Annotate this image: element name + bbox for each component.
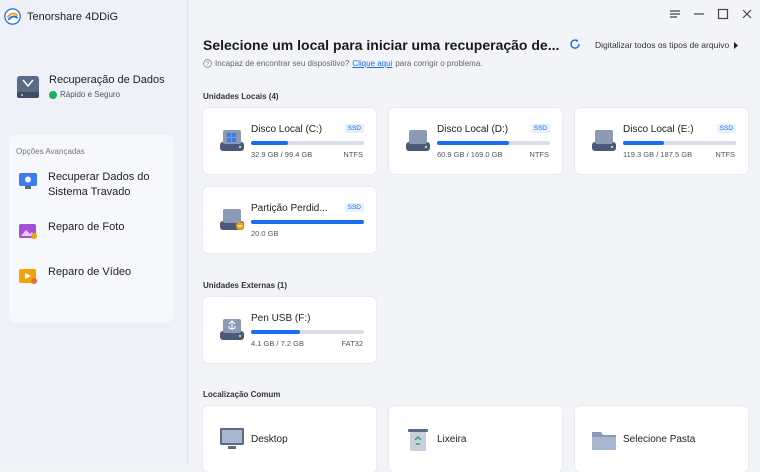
nav-data-recovery-label: Recuperação de Dados: [49, 74, 165, 86]
drive-card-usb[interactable]: Pen USB (F:) 4.1 GB / 7.2 GB FAT32: [203, 297, 376, 363]
ssd-badge: SSD: [530, 124, 550, 133]
drive-filesystem: NTFS: [343, 150, 363, 159]
location-select-folder[interactable]: Selecione Pasta: [575, 406, 748, 472]
drive-filesystem: FAT32: [341, 339, 363, 348]
drive-size: 119.3 GB / 187.5 GB: [623, 150, 693, 159]
drive-filesystem: NTFS: [529, 150, 549, 159]
app-title: Tenorshare 4DDiG: [27, 10, 119, 23]
computer-recovery-icon: [19, 173, 37, 189]
advanced-options-title: Opções Avançadas: [16, 147, 85, 156]
location-recycle-bin[interactable]: Lixeira: [389, 406, 562, 472]
usage-bar: [251, 330, 364, 334]
drive-size: 20.0 GB: [251, 229, 279, 238]
nav-crashed-system-recovery-label: Recuperar Dados do Sistema Travado: [48, 171, 150, 198]
main-content: Selecione um local para iniciar uma recu…: [188, 0, 760, 472]
usb-drive-icon: [220, 319, 244, 340]
close-icon[interactable]: [740, 7, 754, 21]
section-common-locations: Localização Comum: [203, 390, 281, 399]
drive-size: 60.9 GB / 169.0 GB: [437, 150, 503, 159]
usage-bar-fill: [437, 141, 510, 145]
video-repair-icon: [19, 269, 37, 284]
hint-link[interactable]: Clique aqui: [352, 59, 392, 68]
ssd-badge: SSD: [716, 124, 736, 133]
device-hint: ? Incapaz de encontrar seu dispositivo? …: [203, 59, 483, 68]
drive-name: Partição Perdid...: [251, 203, 328, 214]
app-logo-icon: [4, 8, 21, 25]
drive-name: Disco Local (D:): [437, 124, 509, 135]
usage-bar-fill: [251, 330, 300, 334]
drive-filesystem: NTFS: [715, 150, 735, 159]
photo-repair-icon: [19, 224, 37, 239]
data-recovery-icon: [17, 76, 39, 98]
usage-bar: [251, 141, 364, 145]
location-name: Lixeira: [437, 434, 467, 445]
location-name: Desktop: [251, 434, 288, 445]
nav-video-repair[interactable]: Reparo de Vídeo: [17, 265, 131, 287]
usage-bar-fill: [251, 220, 364, 224]
drive-name: Disco Local (E:): [623, 124, 694, 135]
hint-suffix: para corrigir o problema.: [395, 59, 483, 68]
sidebar: Tenorshare 4DDiG Recuperação de Dados Rá…: [0, 0, 188, 464]
usage-bar: [623, 141, 736, 145]
location-desktop[interactable]: Desktop: [203, 406, 376, 472]
drive-card-d[interactable]: Disco Local (D:) SSD 60.9 GB / 169.0 GB …: [389, 108, 562, 174]
drive-card-c[interactable]: Disco Local (C:) SSD 32.9 GB / 99.4 GB N…: [203, 108, 376, 174]
drive-size: 4.1 GB / 7.2 GB: [251, 339, 304, 348]
section-local-drives: Unidades Locais (4): [203, 92, 279, 101]
drive-icon: [592, 130, 616, 151]
menu-icon[interactable]: [668, 7, 682, 21]
scan-all-label: Digitalizar todos os tipos de arquivo: [595, 40, 730, 50]
usage-bar-fill: [623, 141, 664, 145]
scan-all-file-types-button[interactable]: Digitalizar todos os tipos de arquivo: [595, 40, 739, 50]
maximize-icon[interactable]: [716, 7, 730, 21]
windows-drive-icon: [220, 130, 244, 151]
recycle-bin-icon: [408, 429, 428, 451]
nav-data-recovery[interactable]: Recuperação de Dados Rápido e Seguro: [9, 66, 179, 108]
usage-bar-fill: [251, 141, 289, 145]
usage-bar: [437, 141, 550, 145]
nav-video-repair-label: Reparo de Vídeo: [48, 266, 132, 278]
section-external-drives: Unidades Externas (1): [203, 281, 288, 290]
help-icon: ?: [203, 59, 212, 68]
drive-icon: [406, 130, 430, 151]
caret-right-icon: [734, 41, 739, 49]
nav-photo-repair[interactable]: Reparo de Foto: [17, 220, 124, 242]
usage-bar: [251, 220, 364, 224]
location-name: Selecione Pasta: [623, 434, 696, 445]
window-controls: [668, 7, 754, 21]
app-title-bar: Tenorshare 4DDiG: [4, 8, 118, 25]
drive-name: Pen USB (F:): [251, 313, 311, 324]
folder-icon: [592, 432, 616, 450]
drive-size: 32.9 GB / 99.4 GB: [251, 150, 313, 159]
advanced-options-panel: Opções Avançadas Recuperar Dados do Sist…: [9, 135, 173, 322]
ssd-badge: SSD: [344, 124, 364, 133]
ssd-badge: SSD: [344, 203, 364, 212]
drive-name: Disco Local (C:): [251, 124, 323, 135]
shield-check-icon: [49, 90, 57, 99]
page-title: Selecione um local para iniciar uma recu…: [203, 37, 560, 53]
nav-crashed-system-recovery[interactable]: Recuperar Dados do Sistema Travado: [17, 170, 167, 200]
drive-card-lost-partition[interactable]: Partição Perdid... SSD 20.0 GB: [203, 187, 376, 253]
lost-partition-icon: [220, 209, 244, 230]
minimize-icon[interactable]: [692, 7, 706, 21]
hint-prefix: Incapaz de encontrar seu dispositivo?: [215, 59, 350, 68]
drive-card-e[interactable]: Disco Local (E:) SSD 119.3 GB / 187.5 GB…: [575, 108, 748, 174]
monitor-icon: [220, 428, 244, 449]
nav-photo-repair-label: Reparo de Foto: [48, 221, 125, 233]
nav-data-recovery-sublabel: Rápido e Seguro: [60, 90, 121, 99]
refresh-icon[interactable]: [569, 38, 581, 50]
